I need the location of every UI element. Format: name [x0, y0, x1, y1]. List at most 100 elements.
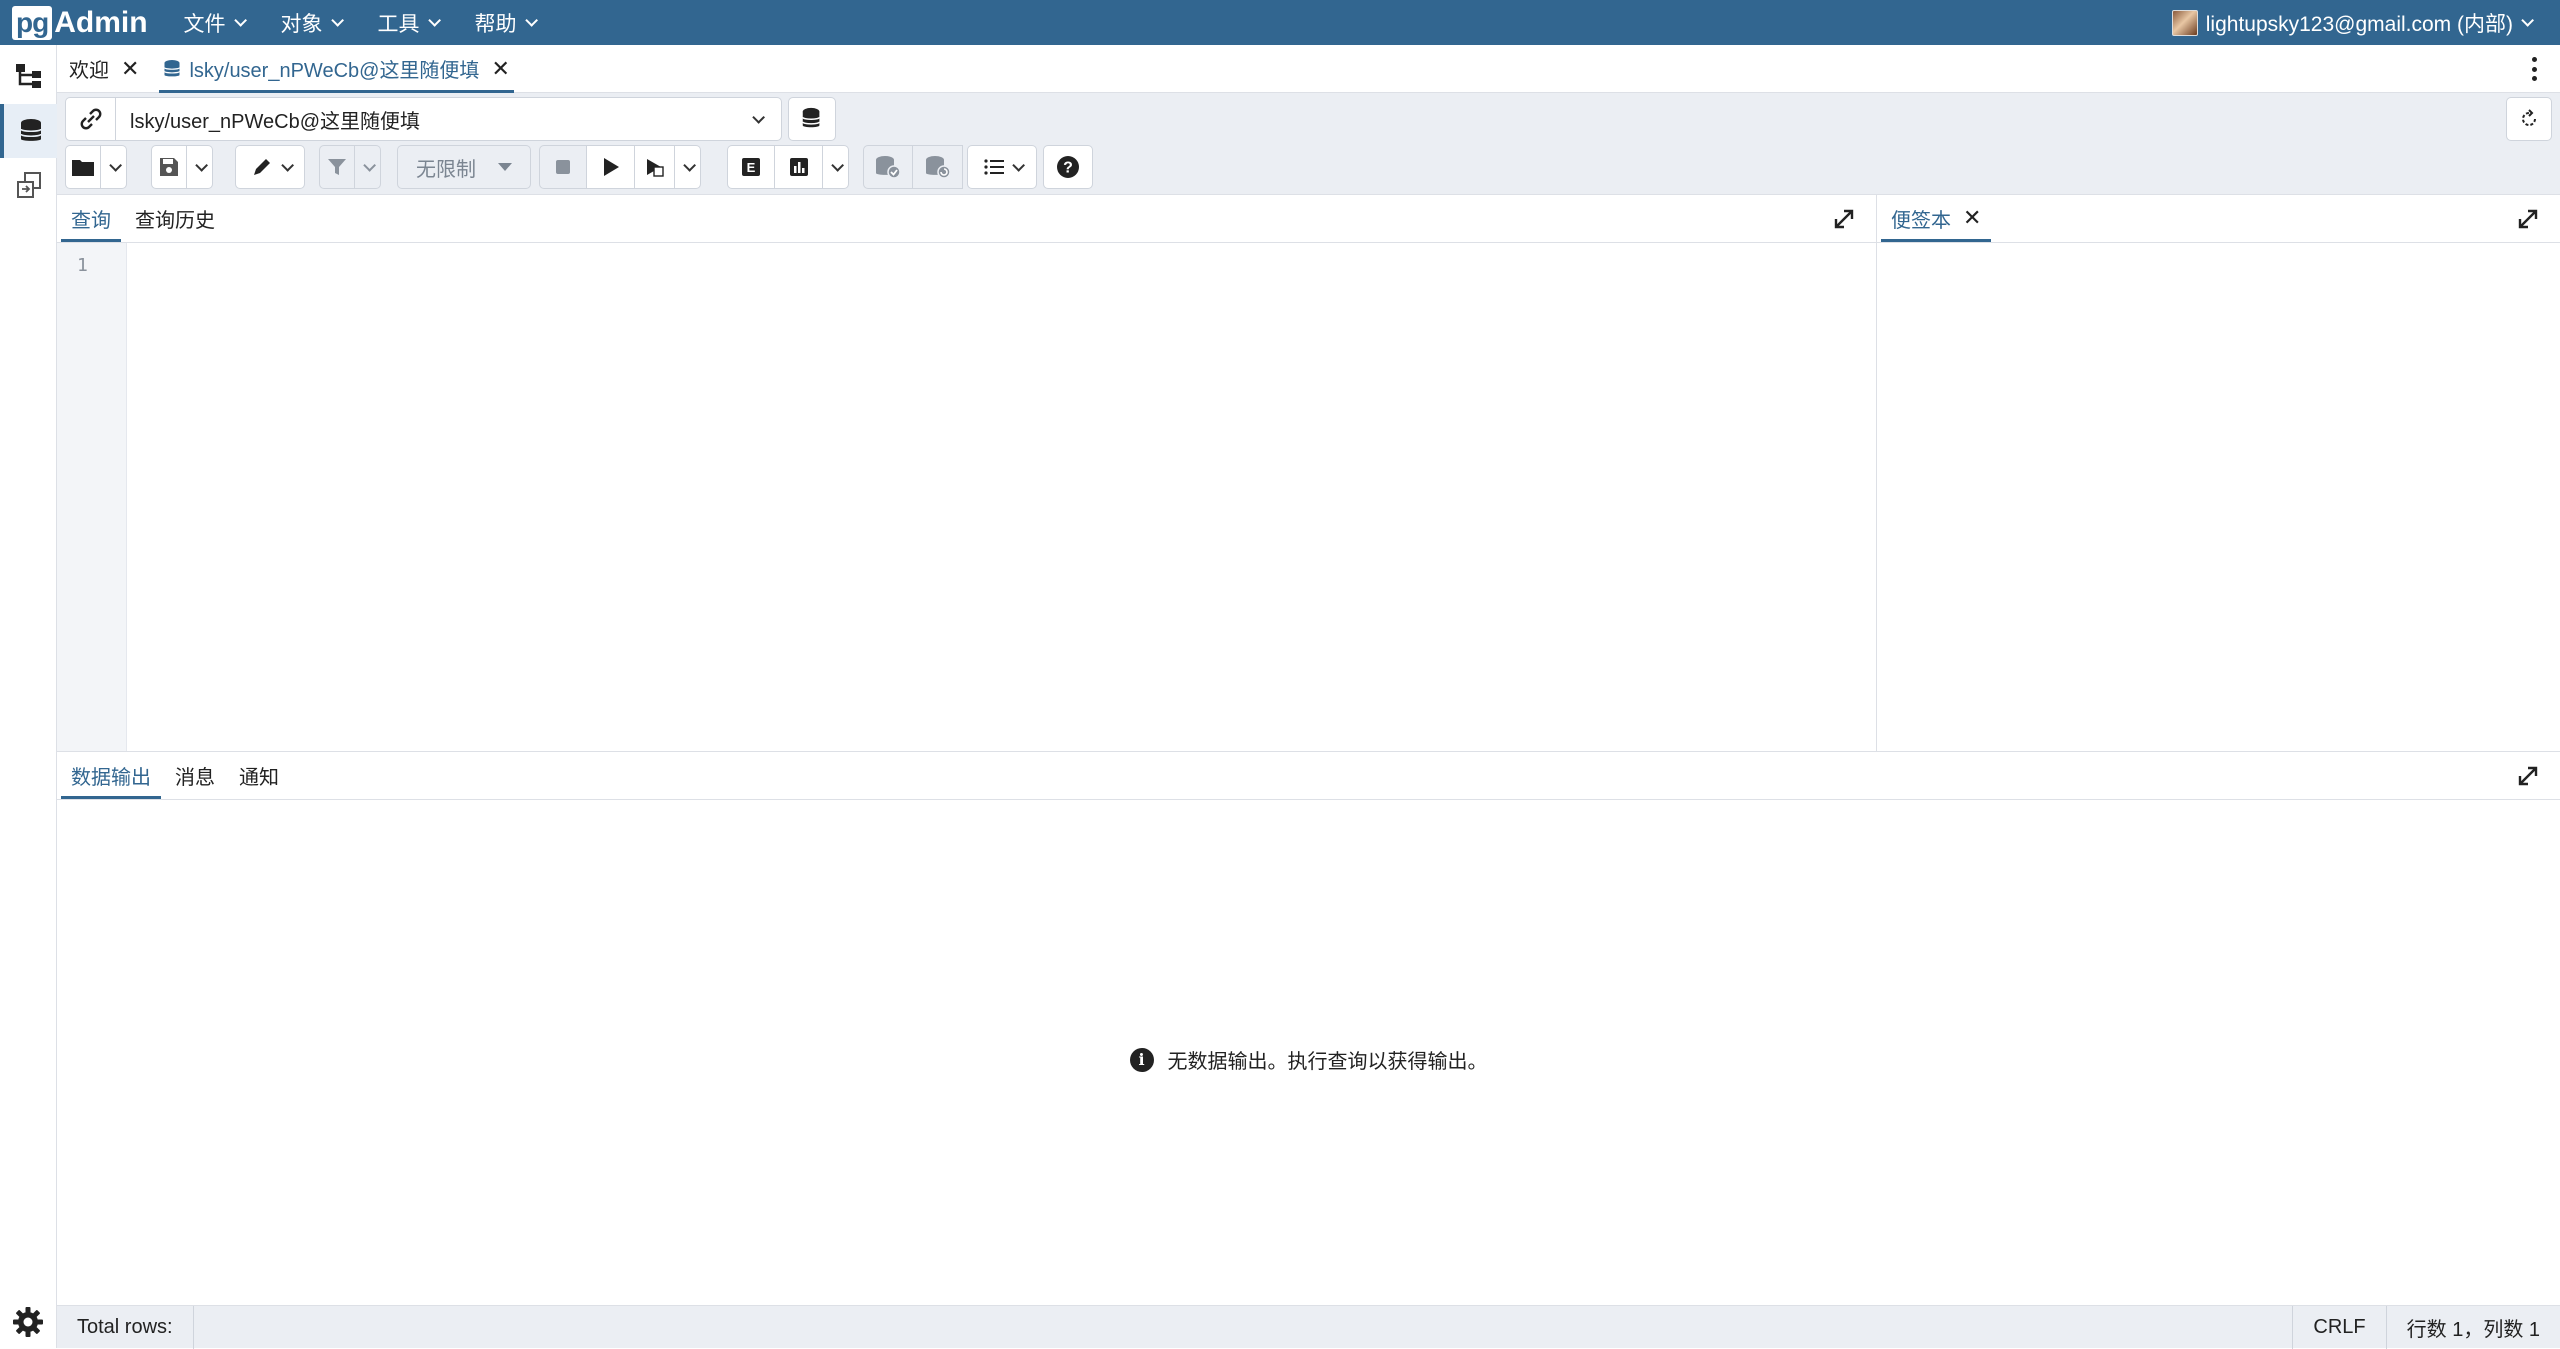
document-tab-bar: 欢迎 ✕ lsky/user_nPWeCb@这里随便填 ✕: [57, 45, 2560, 93]
filter-icon: [328, 159, 346, 175]
macros-button[interactable]: [967, 145, 1037, 189]
save-file-button[interactable]: [151, 145, 187, 189]
help-icon: ?: [1057, 156, 1079, 178]
execute-query-button[interactable]: [587, 145, 635, 189]
results-panel: 数据输出 消息 通知 i 无数据输出。执行查询以获得输出。: [57, 751, 2560, 1305]
list-icon: [983, 159, 1004, 175]
explain-button[interactable]: E: [727, 145, 775, 189]
execute-script-button[interactable]: [635, 145, 675, 189]
logo-pg-mark: pg: [12, 5, 53, 40]
help-button[interactable]: ?: [1043, 145, 1093, 189]
save-file-dropdown[interactable]: [187, 145, 213, 189]
filter-dropdown[interactable]: [355, 145, 381, 189]
explain-dropdown[interactable]: [823, 145, 849, 189]
close-icon[interactable]: ✕: [1963, 207, 1981, 229]
more-options-icon[interactable]: [2532, 57, 2538, 81]
open-file-button[interactable]: [65, 145, 101, 189]
chevron-down-icon: [195, 158, 208, 172]
line-number-gutter: 1: [57, 243, 127, 751]
user-menu[interactable]: lightupsky123@gmail.com (内部): [2171, 0, 2534, 45]
expand-icon[interactable]: [1832, 207, 1856, 231]
object-explorer-button[interactable]: [0, 49, 57, 103]
line-ending-value: CRLF: [2313, 1316, 2366, 1338]
chevron-down-icon: [752, 110, 765, 124]
rollback-button[interactable]: [913, 145, 963, 189]
tab-data-output[interactable]: 数据输出: [59, 751, 163, 799]
logo-admin-text: Admin: [54, 5, 148, 39]
menu-help[interactable]: 帮助: [475, 8, 538, 38]
svg-text:E: E: [747, 160, 756, 175]
tab-scratch-pad-label: 便签本: [1891, 209, 1951, 232]
connection-status-button[interactable]: [66, 98, 116, 140]
menu-tools[interactable]: 工具: [377, 8, 441, 38]
pgadmin-logo[interactable]: pg Admin: [12, 0, 148, 45]
total-rows-status: Total rows:: [57, 1305, 194, 1349]
avatar: [2171, 9, 2198, 36]
database-rollback-icon: [925, 156, 951, 179]
link-icon: [80, 108, 101, 130]
menu-object-label: 对象: [280, 12, 323, 36]
close-icon[interactable]: ✕: [491, 57, 509, 80]
query-tool-workspace-button[interactable]: [0, 104, 57, 158]
database-icon: [19, 119, 42, 141]
tab-query-tool[interactable]: lsky/user_nPWeCb@这里随便填 ✕: [151, 45, 521, 93]
play-script-icon: [646, 159, 664, 177]
cursor-position-status: 行数 1，列数 1: [2385, 1306, 2560, 1349]
edit-menu-button[interactable]: [235, 145, 305, 189]
tab-messages[interactable]: 消息: [163, 751, 227, 799]
tab-query-history-label: 查询历史: [135, 209, 215, 232]
tab-scratch-pad[interactable]: 便签本 ✕: [1879, 194, 1993, 242]
open-file-dropdown[interactable]: [101, 145, 127, 189]
tab-query-history[interactable]: 查询历史: [123, 194, 227, 242]
connection-select-value: lsky/user_nPWeCb@这里随便填: [130, 110, 420, 133]
database-check-icon: [876, 156, 901, 179]
top-navbar: pg Admin 文件 对象 工具 帮助 lightupsky123@gmail…: [0, 0, 2560, 45]
sql-editor[interactable]: [127, 243, 1876, 751]
explain-icon: E: [742, 158, 760, 176]
left-sidebar: [0, 45, 57, 1348]
status-right-group: CRLF 行数 1，列数 1: [2292, 1306, 2560, 1349]
folder-icon: [72, 160, 94, 176]
execute-dropdown[interactable]: [675, 145, 701, 189]
empty-output-message: i 无数据输出。执行查询以获得输出。: [57, 1045, 2560, 1074]
expand-icon[interactable]: [2516, 764, 2540, 788]
menu-object[interactable]: 对象: [280, 8, 344, 38]
schema-diff-button[interactable]: [0, 158, 57, 212]
chevron-down-icon: [109, 158, 122, 172]
new-connection-button[interactable]: [788, 97, 836, 141]
stop-query-button[interactable]: [539, 145, 587, 189]
close-icon[interactable]: ✕: [121, 57, 139, 80]
chevron-down-icon: [363, 158, 376, 172]
menu-tools-label: 工具: [377, 12, 420, 36]
scratch-pad-editor[interactable]: [1877, 243, 2560, 751]
query-toolbar-area: lsky/user_nPWeCb@这里随便填 无限制 E ?: [57, 93, 2560, 195]
tab-notifications[interactable]: 通知: [227, 751, 291, 799]
line-number: 1: [77, 255, 88, 276]
menu-file[interactable]: 文件: [184, 8, 247, 38]
filter-button[interactable]: [319, 145, 355, 189]
query-editor-panel: 查询 查询历史 1: [57, 195, 1877, 751]
refresh-icon: [2522, 109, 2536, 126]
chevron-down-icon: [280, 158, 294, 172]
chevron-down-icon: [524, 14, 538, 27]
status-bar: Total rows: CRLF 行数 1，列数 1: [57, 1305, 2560, 1349]
settings-gear-icon[interactable]: [12, 1306, 44, 1338]
tab-notifications-label: 通知: [239, 766, 279, 789]
tab-query[interactable]: 查询: [59, 194, 123, 242]
connection-select[interactable]: lsky/user_nPWeCb@这里随便填: [65, 97, 782, 141]
database-add-icon: [802, 107, 821, 128]
commit-button[interactable]: [863, 145, 913, 189]
reset-layout-button[interactable]: [2506, 97, 2552, 141]
line-ending-status[interactable]: CRLF: [2292, 1306, 2385, 1349]
tree-icon: [15, 64, 41, 88]
expand-icon[interactable]: [2516, 207, 2540, 231]
tab-welcome[interactable]: 欢迎 ✕: [57, 45, 151, 93]
tab-welcome-label: 欢迎: [69, 60, 109, 82]
chevron-down-icon: [2521, 14, 2534, 27]
play-icon: [603, 158, 619, 176]
chevron-down-icon: [427, 14, 441, 27]
explain-analyze-button[interactable]: [775, 145, 823, 189]
chevron-down-icon: [330, 14, 344, 27]
row-limit-select[interactable]: 无限制: [397, 145, 531, 189]
pencil-icon: [253, 159, 270, 175]
